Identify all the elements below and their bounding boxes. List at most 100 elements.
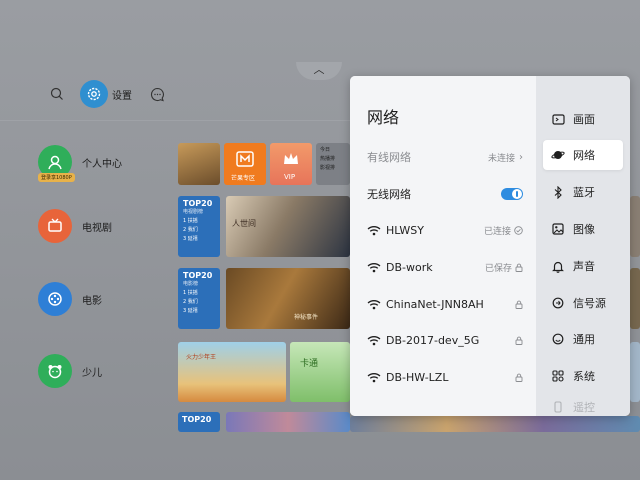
drama-poster-tile[interactable]: 人世间 — [226, 196, 350, 257]
menu-label: 蓝牙 — [573, 186, 595, 199]
kids-poster-tile[interactable]: 火力少年王 — [178, 342, 286, 402]
topbar-divider — [0, 120, 360, 121]
kids-poster-tile-2[interactable]: 卡通 — [290, 342, 350, 402]
nav-item-profile[interactable]: 个人中心 登录享1080P — [38, 145, 158, 182]
remote-icon — [551, 400, 565, 414]
grid-icon — [551, 369, 565, 383]
vip-tile[interactable]: VIP — [270, 143, 312, 185]
menu-label: 画面 — [573, 113, 595, 126]
wifi-status — [515, 336, 523, 345]
wifi-status-text: 已连接 — [483, 226, 511, 237]
top20-movie-tile[interactable]: TOP20 电影榜 1 扶摇 2 我们 3 延禧 — [178, 268, 220, 329]
nav-item-movies[interactable]: 电影 — [38, 282, 158, 316]
movie-poster-tile[interactable]: 神秘事件 — [226, 268, 350, 329]
settings-button[interactable]: 设置 — [80, 80, 132, 108]
content-tile[interactable] — [630, 196, 640, 257]
nav-label: 少儿 — [82, 367, 102, 379]
list-item: 1 扶摇 — [183, 290, 198, 296]
message-icon[interactable] — [146, 83, 168, 105]
top20-bottom-tile[interactable]: TOP20 — [178, 412, 220, 432]
wifi-icon — [367, 335, 381, 346]
wired-status-text: 未连接 — [487, 153, 515, 164]
wireless-network-label: 无线网络 — [367, 188, 411, 201]
menu-label: 信号源 — [573, 297, 606, 310]
content-tile[interactable] — [630, 342, 640, 402]
launcher-topbar: 设置 — [46, 78, 168, 110]
ranking-list-tile[interactable]: 今日 热播排 影视排 — [316, 143, 350, 185]
top20-tv-tile[interactable]: TOP20 电视剧榜 1 扶摇 2 我们 3 延禧 — [178, 196, 220, 257]
nav-label: 电影 — [82, 295, 102, 307]
general-icon — [551, 332, 565, 346]
wifi-status-text: 已保存 — [484, 263, 512, 274]
menu-item-network[interactable]: 网络 — [543, 140, 623, 170]
list-item: 影视排 — [320, 165, 336, 171]
settings-panel: 网络 有线网络 未连接 › 无线网络 HLWSY 已连接 DB-work 已保存 — [350, 76, 630, 416]
wifi-status: 已保存 — [485, 261, 523, 274]
network-settings-pane: 网络 有线网络 未连接 › 无线网络 HLWSY 已连接 DB-work 已保存 — [350, 76, 536, 416]
wifi-icon — [367, 262, 381, 273]
list-item: 1 扶摇 — [183, 218, 198, 224]
mango-logo-icon — [236, 151, 254, 167]
menu-item-remote[interactable]: 遥控 — [543, 398, 623, 416]
content-tile[interactable] — [178, 143, 220, 185]
top20-subtitle: 电视剧榜 — [183, 209, 204, 215]
movie-title: 神秘事件 — [294, 314, 319, 321]
wifi-ssid: DB-work — [386, 260, 433, 274]
menu-label: 通用 — [573, 333, 595, 346]
menu-item-image[interactable]: 图像 — [543, 214, 623, 244]
wifi-network-row[interactable]: DB-work 已保存 — [367, 257, 523, 277]
top20-subtitle: 电影榜 — [183, 281, 199, 287]
picture-icon — [551, 112, 565, 126]
mango-zone-tile[interactable]: 芒果专区 — [224, 143, 266, 185]
wifi-network-row[interactable]: DB-HW-LZL — [367, 367, 523, 387]
menu-item-bluetooth[interactable]: 蓝牙 — [543, 177, 623, 207]
menu-item-general[interactable]: 通用 — [543, 324, 623, 354]
content-tile-row[interactable] — [350, 416, 640, 432]
list-item: 3 延禧 — [183, 308, 198, 314]
lock-icon — [515, 263, 523, 272]
content-tile[interactable] — [630, 268, 640, 329]
list-item: 今日 — [320, 147, 331, 153]
wired-network-label: 有线网络 — [367, 151, 411, 164]
menu-item-system[interactable]: 系统 — [543, 361, 623, 391]
content-tile[interactable] — [226, 412, 350, 432]
list-item: 热播排 — [320, 156, 336, 162]
list-item: 2 我们 — [183, 299, 198, 305]
wireless-toggle[interactable] — [501, 188, 523, 200]
wifi-network-row[interactable]: ChinaNet-JNN8AH — [367, 294, 523, 314]
film-reel-icon — [38, 282, 72, 316]
bell-icon — [551, 259, 565, 273]
wifi-icon — [367, 372, 381, 383]
nav-label: 个人中心 — [82, 158, 122, 170]
bluetooth-icon — [551, 185, 565, 199]
wireless-network-row[interactable]: 无线网络 — [367, 184, 523, 204]
nav-item-tv-series[interactable]: 电视剧 — [38, 209, 158, 243]
wifi-network-row[interactable]: HLWSY 已连接 — [367, 220, 523, 240]
lock-icon — [515, 336, 523, 345]
menu-item-picture[interactable]: 画面 — [543, 104, 623, 134]
settings-category-menu: 画面 网络 蓝牙 图像 声音 信号源 通用 系统 遥控 — [536, 76, 630, 416]
check-icon — [514, 225, 523, 235]
wifi-status — [515, 300, 523, 309]
search-icon[interactable] — [46, 83, 68, 105]
crown-icon — [284, 153, 298, 164]
image-icon — [551, 222, 565, 236]
menu-label: 网络 — [573, 149, 595, 162]
toggle-knob — [512, 189, 522, 199]
chevron-right-icon: › — [519, 151, 523, 163]
wired-network-row[interactable]: 有线网络 未连接 › — [367, 147, 523, 167]
menu-label: 图像 — [573, 223, 595, 236]
planet-icon — [551, 148, 565, 162]
signal-source-icon — [551, 296, 565, 310]
nav-item-kids[interactable]: 少儿 — [38, 354, 158, 388]
menu-item-signal-source[interactable]: 信号源 — [543, 288, 623, 318]
bear-icon — [38, 354, 72, 388]
mango-label: 芒果专区 — [231, 175, 256, 182]
wifi-status: 已连接 — [484, 224, 523, 237]
lock-icon — [515, 373, 523, 382]
login-badge: 登录享1080P — [38, 173, 75, 182]
nav-label: 电视剧 — [82, 222, 112, 234]
lock-icon — [515, 300, 523, 309]
wifi-network-row[interactable]: DB-2017-dev_5G — [367, 330, 523, 350]
menu-item-sound[interactable]: 声音 — [543, 251, 623, 281]
